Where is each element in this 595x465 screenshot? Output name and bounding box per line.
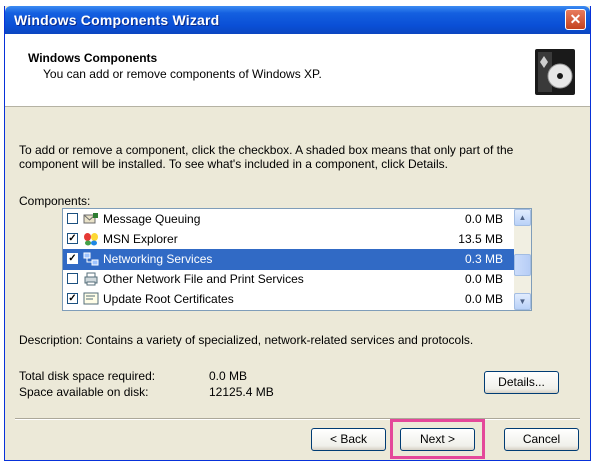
disk-available-label: Space available on disk:: [19, 385, 149, 399]
scroll-up-button[interactable]: ▲: [514, 209, 531, 226]
print-services-icon: [84, 272, 98, 286]
checkbox[interactable]: ✓: [67, 253, 78, 264]
component-description: Description: Contains a variety of speci…: [19, 333, 474, 347]
wizard-window: Windows Components Wizard ✕ Windows Comp…: [4, 6, 591, 461]
disk-required-value: 0.0 MB: [209, 369, 248, 383]
list-item[interactable]: Other Network File and Print Services 0.…: [63, 269, 515, 290]
components-label: Components:: [19, 194, 91, 208]
cancel-button[interactable]: Cancel: [504, 428, 579, 451]
window-title: Windows Components Wizard: [14, 12, 220, 28]
scroll-thumb[interactable]: [514, 254, 531, 276]
scroll-down-button[interactable]: ▼: [514, 293, 531, 310]
list-item[interactable]: ✓ Update Root Certificates 0.0 MB: [63, 289, 515, 310]
components-list[interactable]: Message Queuing 0.0 MB ✓ MSN Explorer 13…: [62, 208, 532, 311]
message-queuing-icon: [83, 213, 98, 224]
cd-box-icon: [535, 49, 575, 95]
networking-icon: [83, 252, 99, 266]
next-button-highlight: [390, 419, 485, 459]
disk-required: Total disk space required: 0.0 MB: [19, 369, 247, 383]
disk-available: Space available on disk: 12125.4 MB: [19, 385, 274, 399]
list-item-selected[interactable]: ✓ Networking Services 0.3 MB: [63, 249, 515, 270]
disk-required-label: Total disk space required:: [19, 369, 156, 383]
list-scrollbar[interactable]: ▲ ▼: [514, 209, 531, 310]
wizard-content: To add or remove a component, click the …: [5, 107, 590, 417]
checkbox[interactable]: ✓: [67, 293, 78, 304]
close-button[interactable]: ✕: [565, 9, 586, 30]
disk-available-value: 12125.4 MB: [209, 385, 274, 399]
checkbox[interactable]: ✓: [67, 233, 78, 244]
checkbox[interactable]: [67, 213, 78, 224]
list-item[interactable]: ✓ MSN Explorer 13.5 MB: [63, 229, 515, 250]
wizard-header: Windows Components You can add or remove…: [5, 34, 590, 107]
button-divider: [15, 418, 580, 420]
certificate-icon: [83, 292, 99, 305]
intro-text: To add or remove a component, click the …: [19, 143, 514, 171]
details-button[interactable]: Details...: [484, 371, 559, 394]
checkbox[interactable]: [67, 273, 78, 284]
msn-butterfly-icon: [84, 233, 98, 246]
header-subtitle: You can add or remove components of Wind…: [43, 67, 322, 81]
back-button[interactable]: < Back: [311, 428, 386, 451]
title-bar[interactable]: Windows Components Wizard ✕: [5, 6, 590, 34]
list-item[interactable]: Message Queuing 0.0 MB: [63, 209, 515, 230]
header-title: Windows Components: [28, 51, 158, 65]
